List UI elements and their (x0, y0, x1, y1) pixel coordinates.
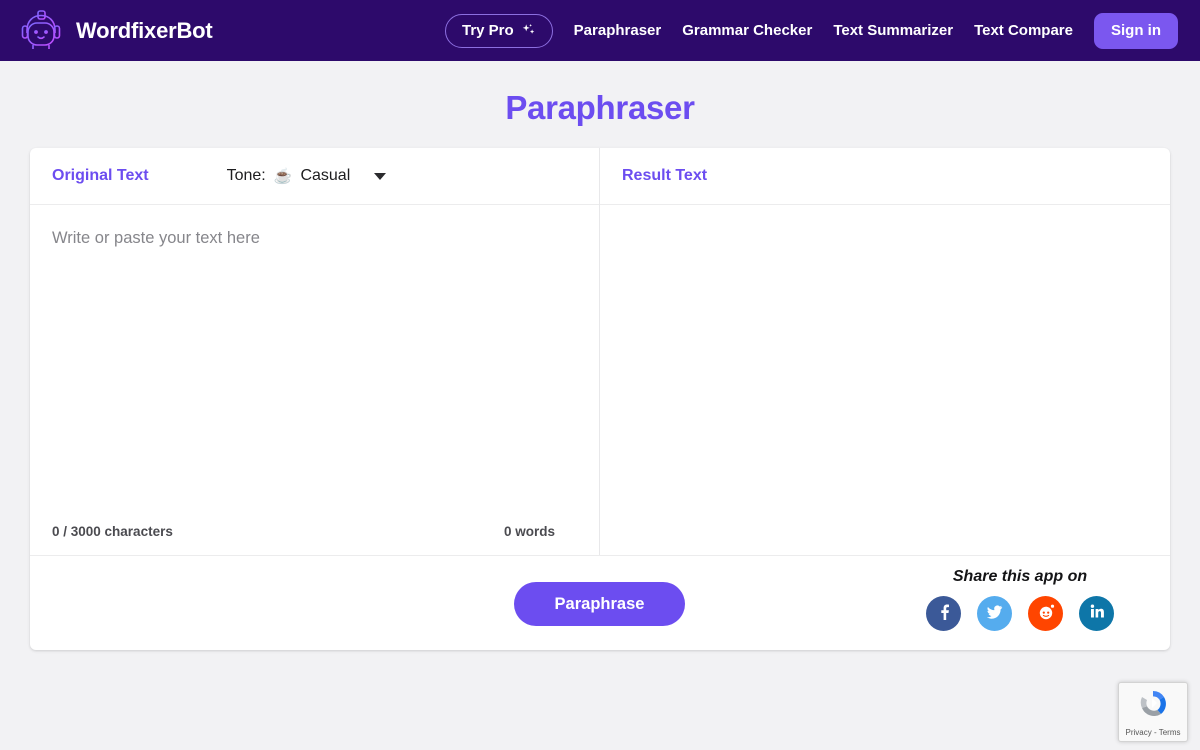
share-facebook-button[interactable] (926, 596, 961, 631)
result-text-output[interactable] (600, 205, 1170, 555)
editor-panels: Original Text Tone: ☕ Casual Write or pa… (30, 148, 1170, 555)
brand-logo-link[interactable]: WordfixerBot (18, 9, 213, 53)
original-text-header: Original Text Tone: ☕ Casual (30, 148, 599, 205)
tone-selector[interactable]: Tone: ☕ Casual (227, 167, 387, 185)
recaptcha-privacy-label[interactable]: Privacy (1126, 728, 1152, 737)
share-reddit-button[interactable] (1028, 596, 1063, 631)
tone-selected-value: Casual (300, 167, 351, 184)
word-counter: 0 words (503, 523, 555, 539)
linkedin-icon (1088, 602, 1106, 625)
robot-head-icon (18, 9, 64, 53)
original-text-title: Original Text (52, 167, 149, 184)
reddit-icon (1036, 601, 1056, 626)
brand-name: WordfixerBot (76, 17, 213, 43)
result-text-header: Result Text (600, 148, 1170, 205)
original-text-panel: Original Text Tone: ☕ Casual Write or pa… (30, 148, 600, 555)
chevron-down-icon (374, 172, 387, 180)
nav-link-grammar-checker[interactable]: Grammar Checker (682, 22, 812, 39)
result-text-title: Result Text (622, 167, 708, 184)
recaptcha-separator: - (1153, 728, 1157, 737)
card-footer: Paraphrase Share this app on (30, 555, 1170, 650)
original-text-placeholder: Write or paste your text here (52, 229, 260, 247)
share-icons-group (926, 596, 1114, 631)
share-section: Share this app on (926, 568, 1114, 631)
share-linkedin-button[interactable] (1079, 596, 1114, 631)
sign-in-button[interactable]: Sign in (1094, 12, 1178, 49)
recaptcha-terms-label[interactable]: Terms (1159, 728, 1181, 737)
recaptcha-icon (1136, 687, 1170, 726)
page-title: Paraphraser (505, 89, 695, 126)
nav-link-text-compare[interactable]: Text Compare (974, 22, 1073, 39)
paraphrase-button[interactable]: Paraphrase (514, 582, 685, 626)
share-title: Share this app on (952, 568, 1088, 585)
counter-row: 0 / 3000 characters 0 words (30, 511, 599, 555)
facebook-icon (935, 602, 953, 625)
character-counter: 0 / 3000 characters (52, 523, 173, 539)
coffee-cup-icon: ☕ (273, 167, 293, 185)
original-text-input[interactable]: Write or paste your text here (30, 205, 599, 511)
nav-links-group: Try Pro Paraphraser Grammar Checker Text… (444, 12, 1182, 49)
nav-link-text-summarizer[interactable]: Text Summarizer (833, 22, 953, 39)
nav-link-paraphraser[interactable]: Paraphraser (574, 22, 662, 39)
twitter-icon (985, 602, 1004, 626)
recaptcha-badge[interactable]: Privacy - Terms (1118, 682, 1188, 742)
sparkles-icon (521, 23, 536, 38)
result-text-panel: Result Text (600, 148, 1170, 555)
recaptcha-privacy-terms: Privacy - Terms (1126, 728, 1181, 737)
try-pro-button[interactable]: Try Pro (444, 13, 553, 48)
try-pro-label: Try Pro (461, 21, 514, 39)
paraphraser-card: Original Text Tone: ☕ Casual Write or pa… (30, 148, 1170, 650)
share-twitter-button[interactable] (977, 596, 1012, 631)
tone-label: Tone: (226, 167, 266, 184)
top-navigation-bar: WordfixerBot Try Pro Paraphraser Grammar… (0, 0, 1200, 61)
